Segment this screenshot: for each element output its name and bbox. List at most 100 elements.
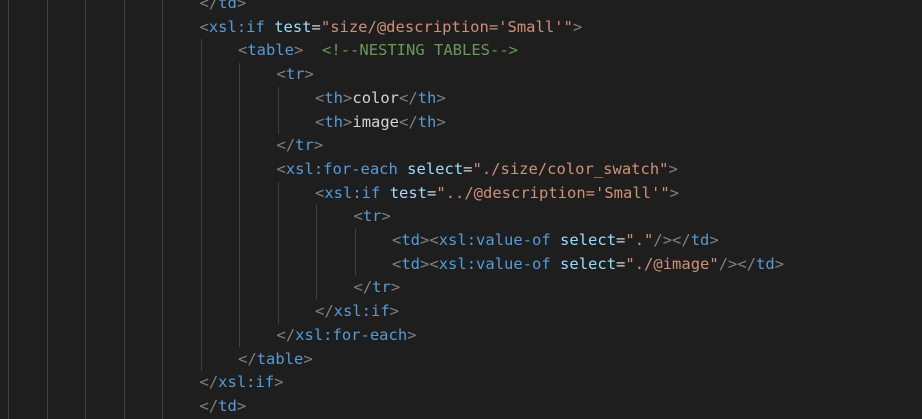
code-token: < xyxy=(276,65,286,84)
code-line[interactable]: <table> <!--NESTING TABLES--> xyxy=(238,39,518,63)
code-token: "./@image" xyxy=(625,254,719,273)
code-token: "." xyxy=(625,231,654,249)
code-line[interactable]: <th>image</th> xyxy=(315,111,446,135)
code-token: > xyxy=(709,231,719,249)
code-token: </ xyxy=(315,302,334,321)
code-line[interactable]: </xsl:if> xyxy=(315,300,399,324)
code-line[interactable]: <th>color</th> xyxy=(315,87,446,111)
code-token: xsl:value-of xyxy=(438,231,551,249)
code-token: < xyxy=(353,207,363,226)
code-token: > xyxy=(381,207,391,226)
code-token: < xyxy=(392,254,402,273)
code-token: </ xyxy=(737,254,757,273)
code-token: > xyxy=(668,159,678,178)
indent-guide xyxy=(8,0,9,419)
indent-guide xyxy=(46,0,48,419)
code-token: tr xyxy=(372,278,391,297)
indent-guide xyxy=(277,86,279,135)
code-token: th xyxy=(324,88,344,107)
code-line[interactable]: </tr> xyxy=(277,134,324,158)
code-token: < xyxy=(315,88,325,107)
code-token: = xyxy=(616,254,626,273)
code-token: </ xyxy=(199,373,219,392)
indent-guide xyxy=(123,0,125,419)
code-token: xsl:if xyxy=(324,183,381,202)
code-token: > xyxy=(274,373,284,392)
code-token: </ xyxy=(399,112,418,131)
code-token: xsl:if xyxy=(218,373,275,392)
code-token: select xyxy=(407,159,464,178)
code-token: </ xyxy=(238,349,257,368)
indent-guide xyxy=(239,63,240,348)
code-token: table xyxy=(247,41,295,60)
code-token: <!--NESTING TABLES--> xyxy=(322,41,518,60)
code-token: test xyxy=(274,17,312,36)
code-token: < xyxy=(315,183,325,202)
code-line[interactable]: <xsl:if test="../@description='Small'"> xyxy=(315,182,679,206)
code-token: image xyxy=(352,112,400,131)
code-token: </ xyxy=(199,0,219,12)
code-token: td xyxy=(218,0,237,12)
code-token: > xyxy=(390,278,401,297)
code-token: = xyxy=(311,17,321,36)
code-token: tr xyxy=(295,136,314,155)
code-line[interactable]: </td> xyxy=(200,395,247,419)
code-token: > xyxy=(407,325,417,344)
code-line[interactable]: <tr> xyxy=(277,63,314,87)
code-token: test xyxy=(389,183,428,202)
code-token: tr xyxy=(285,65,305,84)
code-token: th xyxy=(324,112,344,131)
code-token: xsl:if xyxy=(333,302,390,321)
code-line[interactable]: </td> xyxy=(200,0,247,16)
code-token: td xyxy=(690,231,710,249)
code-token: < xyxy=(238,41,248,60)
code-token: > xyxy=(572,17,583,36)
code-token: td xyxy=(401,231,421,249)
code-token: "size/@description='Small'" xyxy=(320,17,573,36)
code-token: = xyxy=(463,159,473,178)
code-token: select xyxy=(560,231,617,249)
code-token: th xyxy=(417,112,437,131)
code-token: </ xyxy=(353,278,373,297)
indent-guide xyxy=(354,229,356,277)
code-token: "../@description='Small'" xyxy=(436,183,670,202)
code-line[interactable]: </table> xyxy=(238,348,313,372)
code-line[interactable]: <td><xsl:value-of select="./@image"/></t… xyxy=(392,253,784,277)
code-editor[interactable]: </td> <xsl:if test="size/@description='Sm… xyxy=(0,0,922,419)
code-token: </ xyxy=(276,136,296,155)
code-line[interactable]: <tr> xyxy=(354,205,391,229)
code-line[interactable]: </tr> xyxy=(354,276,401,300)
code-token: > xyxy=(436,88,446,107)
code-token: /> xyxy=(718,254,738,273)
code-token: > xyxy=(420,231,430,249)
code-line[interactable]: <xsl:for-each select="./size/color_swatc… xyxy=(277,158,678,182)
code-token: > xyxy=(303,349,313,368)
code-token: select xyxy=(560,254,617,273)
code-token: "./size/color_swatch" xyxy=(472,159,669,178)
code-token: < xyxy=(392,231,402,249)
code-token: td xyxy=(401,254,421,273)
code-token: xsl:for-each xyxy=(285,159,398,178)
code-token: < xyxy=(199,17,209,36)
code-token: > xyxy=(774,254,785,273)
code-line[interactable]: <td><xsl:value-of select="."/></td> xyxy=(392,229,719,253)
code-token: = xyxy=(427,183,437,202)
code-token: < xyxy=(276,159,286,178)
code-token: td xyxy=(756,254,775,273)
indent-guide xyxy=(316,205,317,301)
code-token: th xyxy=(417,88,437,107)
code-token: > xyxy=(294,41,304,60)
code-line[interactable]: <xsl:if test="size/@description='Small'"… xyxy=(200,16,583,40)
code-line[interactable]: </xsl:for-each> xyxy=(277,324,417,348)
code-token: color xyxy=(352,88,400,107)
code-token: > xyxy=(343,112,353,131)
code-token: < xyxy=(429,231,439,249)
code-token: table xyxy=(256,349,304,368)
code-token: </ xyxy=(672,231,691,249)
code-line[interactable]: </xsl:if> xyxy=(200,371,284,395)
code-token: td xyxy=(218,396,237,415)
